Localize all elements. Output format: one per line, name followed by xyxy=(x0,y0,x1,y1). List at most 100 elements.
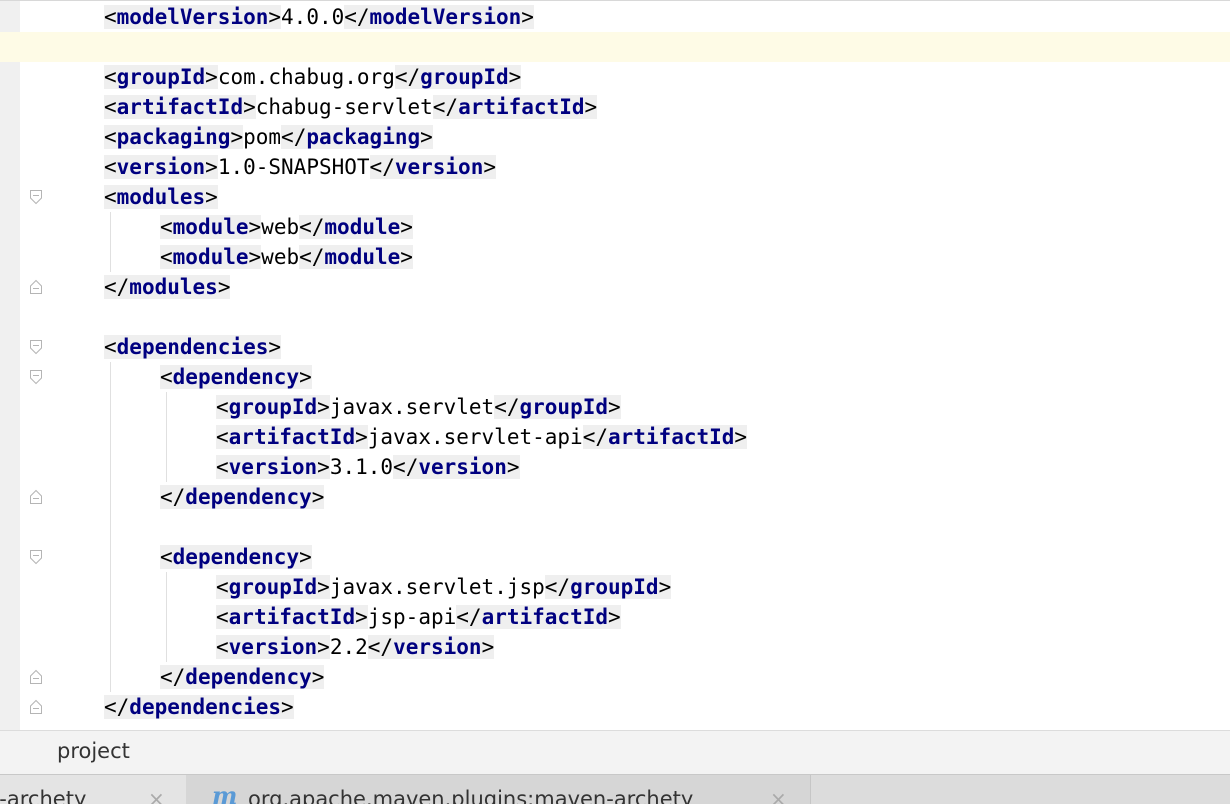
fold-open-icon[interactable] xyxy=(29,549,43,565)
fold-open-icon[interactable] xyxy=(29,189,43,205)
fold-close-icon[interactable] xyxy=(29,699,43,715)
tag-bracket: </ xyxy=(104,695,130,719)
tag-name: dependency xyxy=(185,665,312,689)
line-content: <groupId>javax.servlet</groupId> xyxy=(216,392,621,422)
code-line[interactable] xyxy=(0,302,1230,332)
line-content: <groupId>javax.servlet.jsp</groupId> xyxy=(216,572,672,602)
tag-name: dependencies xyxy=(129,695,282,719)
code-line[interactable]: <dependency> xyxy=(0,362,1230,392)
close-icon[interactable]: × xyxy=(148,787,165,804)
tag-bracket: > xyxy=(508,65,522,89)
tag-name: dependency xyxy=(172,545,300,569)
code-line[interactable]: <artifactId>jsp-api</artifactId> xyxy=(0,602,1230,632)
line-content: </dependency> xyxy=(160,662,325,692)
xml-close-tag: </dependency> xyxy=(160,485,325,509)
close-icon[interactable]: × xyxy=(770,787,787,804)
current-line[interactable] xyxy=(0,32,1230,62)
tag-bracket: < xyxy=(104,5,117,29)
editor-tab-maven-archetype[interactable]: m org.apache.maven.plugins:maven-archety… xyxy=(186,775,811,804)
line-content: </dependencies> xyxy=(104,692,294,722)
code-line[interactable] xyxy=(0,512,1230,542)
tag-name: artifactId xyxy=(228,605,356,629)
tag-bracket: > xyxy=(400,215,413,239)
breadcrumb-item-project[interactable]: project xyxy=(57,739,130,763)
xml-text-value: web xyxy=(261,215,300,239)
tag-name: version xyxy=(228,635,318,659)
tag-bracket: > xyxy=(205,155,218,179)
tag-name: modules xyxy=(129,275,218,299)
code-line[interactable]: <groupId>javax.servlet</groupId> xyxy=(0,392,1230,422)
tag-name: artifactId xyxy=(458,95,585,119)
xml-open-tag: <artifactId> xyxy=(216,425,368,449)
fold-open-icon[interactable] xyxy=(29,339,43,355)
line-content: <version>1.0-SNAPSHOT</version> xyxy=(104,152,497,182)
code-line[interactable]: <artifactId>chabug-servlet</artifactId> xyxy=(0,92,1230,122)
tag-bracket: > xyxy=(584,95,598,119)
tag-bracket: </ xyxy=(367,635,394,659)
code-line[interactable]: <module>web</module> xyxy=(0,212,1230,242)
editor-tab-archetype-partial[interactable]: n-archety × xyxy=(0,775,187,804)
code-line[interactable]: <module>web</module> xyxy=(0,242,1230,272)
tag-bracket: < xyxy=(216,575,229,599)
code-line[interactable]: <version>2.2</version> xyxy=(0,632,1230,662)
xml-open-tag: <module> xyxy=(160,215,262,239)
tag-name: version xyxy=(116,155,206,179)
tag-bracket: < xyxy=(216,635,229,659)
xml-open-tag: <artifactId> xyxy=(104,95,256,119)
tag-bracket: </ xyxy=(160,485,186,509)
code-line[interactable]: <version>1.0-SNAPSHOT</version> xyxy=(0,152,1230,182)
fold-open-icon[interactable] xyxy=(29,369,43,385)
xml-text-value: javax.servlet xyxy=(329,395,495,419)
tag-bracket: < xyxy=(216,395,229,419)
editor-tab-bar: n-archety × m org.apache.maven.plugins:m… xyxy=(0,774,1230,804)
tag-bracket: > xyxy=(268,5,282,29)
code-line[interactable]: <groupId>com.chabug.org</groupId> xyxy=(0,62,1230,92)
tag-bracket: </ xyxy=(544,575,571,599)
code-line[interactable]: </dependencies> xyxy=(0,692,1230,722)
tag-name: groupId xyxy=(570,575,659,599)
xml-close-tag: </groupId> xyxy=(394,65,522,89)
code-line[interactable]: <artifactId>javax.servlet-api</artifactI… xyxy=(0,422,1230,452)
fold-close-icon[interactable] xyxy=(29,279,43,295)
xml-close-tag: </version> xyxy=(393,455,520,479)
xml-text-value: web xyxy=(261,245,300,269)
xml-open-tag: <version> xyxy=(216,635,330,659)
code-line[interactable]: </dependency> xyxy=(0,482,1230,512)
code-line[interactable]: </modules> xyxy=(0,272,1230,302)
fold-close-icon[interactable] xyxy=(29,669,43,685)
fold-close-icon[interactable] xyxy=(29,489,43,505)
xml-open-tag: <dependency> xyxy=(160,545,312,569)
code-line[interactable]: <version>3.1.0</version> xyxy=(0,452,1230,482)
tag-bracket: < xyxy=(104,125,117,149)
xml-text-value: 2.2 xyxy=(329,635,368,659)
tag-name: version xyxy=(228,455,318,479)
xml-text-value: 4.0.0 xyxy=(281,5,345,29)
line-content: </dependency> xyxy=(160,482,325,512)
code-line[interactable]: <modelVersion>4.0.0</modelVersion> xyxy=(0,2,1230,32)
code-editor[interactable]: <modelVersion>4.0.0</modelVersion> <group… xyxy=(0,0,1230,731)
code-line[interactable]: <modules> xyxy=(0,182,1230,212)
tag-name: version xyxy=(393,635,482,659)
xml-open-tag: <dependency> xyxy=(160,365,312,389)
xml-open-tag: <version> xyxy=(104,155,218,179)
tag-bracket: </ xyxy=(344,5,370,29)
xml-close-tag: </dependency> xyxy=(160,665,325,689)
tag-bracket: > xyxy=(608,395,621,419)
line-content: <artifactId>javax.servlet-api</artifactI… xyxy=(216,422,748,452)
code-line[interactable]: </dependency> xyxy=(0,662,1230,692)
code-line[interactable]: <dependencies> xyxy=(0,332,1230,362)
tag-bracket: < xyxy=(104,65,117,89)
tag-name: dependency xyxy=(185,485,312,509)
tag-bracket: </ xyxy=(494,395,520,419)
xml-close-tag: </module> xyxy=(299,245,413,269)
xml-close-tag: </groupId> xyxy=(544,575,672,599)
code-line[interactable]: <dependency> xyxy=(0,542,1230,572)
tag-bracket: > xyxy=(420,125,433,149)
tag-bracket: > xyxy=(205,185,218,209)
tag-bracket: > xyxy=(281,695,294,719)
tag-bracket: > xyxy=(317,635,330,659)
line-content: <artifactId>chabug-servlet</artifactId> xyxy=(104,92,598,122)
tag-bracket: </ xyxy=(394,65,421,89)
code-line[interactable]: <groupId>javax.servlet.jsp</groupId> xyxy=(0,572,1230,602)
code-line[interactable]: <packaging>pom</packaging> xyxy=(0,122,1230,152)
